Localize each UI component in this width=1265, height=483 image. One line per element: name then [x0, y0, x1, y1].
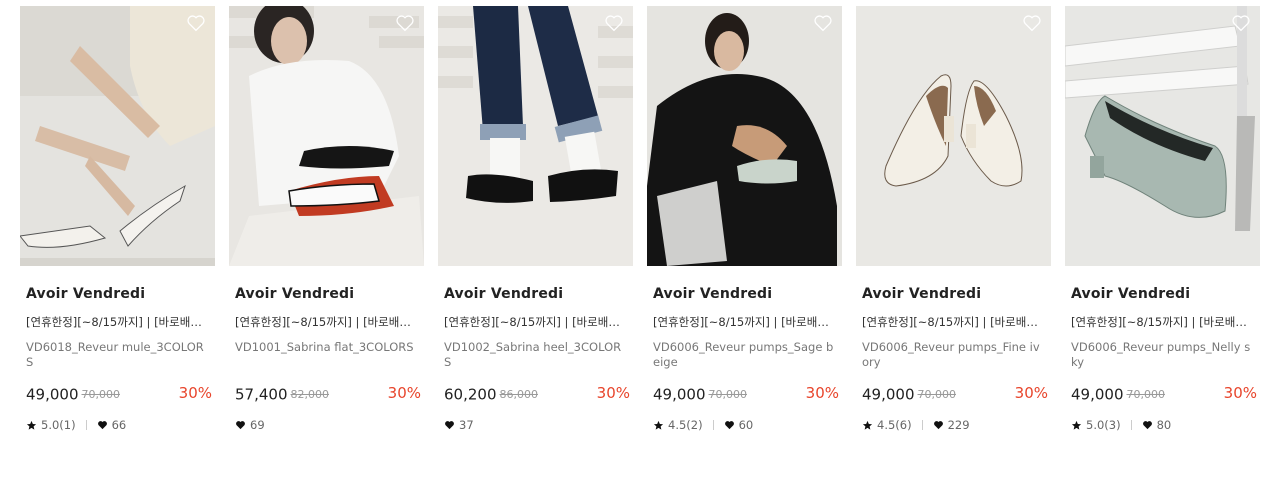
brand-name[interactable]: Avoir Vendredi	[1071, 286, 1190, 302]
discount-rate: 30%	[1223, 384, 1257, 402]
discount-rate: 30%	[1014, 384, 1048, 402]
sale-price: 49,000	[26, 385, 79, 404]
price-row: 60,200 86,000 30%	[444, 384, 630, 404]
heart-outline-icon[interactable]	[1231, 14, 1251, 32]
heart-outline-icon[interactable]	[1022, 14, 1042, 32]
heart-filled-icon	[1142, 421, 1152, 430]
brand-name[interactable]: Avoir Vendredi	[235, 286, 354, 302]
product-card[interactable]: Avoir Vendredi [연휴한정][~8/15까지] | [바로배송] …	[647, 6, 842, 432]
product-photo	[20, 6, 215, 266]
product-image[interactable]	[1065, 6, 1260, 266]
heart-filled-icon	[236, 421, 245, 430]
likes-count: 60	[738, 418, 754, 432]
rating-value: 5.0(3)	[1086, 418, 1121, 432]
product-name[interactable]: VD1002_Sabrina heel_3COLORS	[444, 340, 628, 370]
brand-name[interactable]: Avoir Vendredi	[862, 286, 981, 302]
divider	[921, 420, 923, 430]
discount-rate: 30%	[178, 384, 212, 402]
original-price: 70,000	[708, 388, 748, 401]
promo-text[interactable]: [연휴한정][~8/15까지] | [바로배송] 마감임박	[235, 314, 421, 330]
product-meta: 69	[235, 418, 265, 432]
brand-name[interactable]: Avoir Vendredi	[444, 286, 563, 302]
price-row: 49,000 70,000 30%	[26, 384, 212, 404]
product-photo	[1065, 6, 1260, 266]
divider	[712, 420, 714, 430]
product-image[interactable]	[647, 6, 842, 266]
product-card[interactable]: Avoir Vendredi [연휴한정][~8/15까지] | [바로배송] …	[856, 6, 1051, 432]
promo-text[interactable]: [연휴한정][~8/15까지] | [바로배송] 마감임박	[1071, 314, 1257, 330]
product-photo	[856, 6, 1051, 266]
heart-filled-icon	[724, 421, 734, 430]
heart-filled-icon	[445, 421, 454, 430]
promo-text[interactable]: [연휴한정][~8/15까지] | [바로배송] 마감임박	[653, 314, 839, 330]
product-image[interactable]	[20, 6, 215, 266]
sale-price: 49,000	[1071, 385, 1124, 404]
product-name[interactable]: VD6006_Reveur pumps_Fine ivory	[862, 340, 1046, 370]
rating-value: 4.5(6)	[877, 418, 912, 432]
heart-outline-icon[interactable]	[186, 14, 206, 32]
product-image[interactable]	[438, 6, 633, 266]
product-grid: Avoir Vendredi [연휴한정][~8/15까지] | [바로배송] …	[0, 0, 1265, 483]
product-card[interactable]: Avoir Vendredi [연휴한정][~8/15까지] | [바로배송] …	[20, 6, 215, 432]
original-price: 86,000	[499, 388, 539, 401]
product-photo	[229, 6, 424, 266]
product-card[interactable]: Avoir Vendredi [연휴한정][~8/15까지] | [바로배송] …	[1065, 6, 1260, 432]
discount-rate: 30%	[596, 384, 630, 402]
heart-outline-icon[interactable]	[813, 14, 833, 32]
heart-filled-icon	[97, 421, 107, 430]
likes-count: 37	[459, 418, 474, 432]
original-price: 70,000	[917, 388, 957, 401]
product-card[interactable]: Avoir Vendredi [연휴한정][~8/15까지] | [바로배송] …	[229, 6, 424, 432]
price-row: 49,000 70,000 30%	[653, 384, 839, 404]
product-meta: 5.0(1) 66	[26, 418, 126, 432]
rating-value: 4.5(2)	[668, 418, 703, 432]
price-row: 49,000 70,000 30%	[862, 384, 1048, 404]
star-icon	[862, 420, 873, 430]
price-row: 49,000 70,000 30%	[1071, 384, 1257, 404]
product-photo	[438, 6, 633, 266]
discount-rate: 30%	[805, 384, 839, 402]
product-card[interactable]: Avoir Vendredi [연휴한정][~8/15까지] | [바로배송] …	[438, 6, 633, 432]
product-meta: 4.5(2) 60	[653, 418, 753, 432]
sale-price: 49,000	[862, 385, 915, 404]
product-meta: 4.5(6) 229	[862, 418, 970, 432]
divider	[85, 420, 87, 430]
product-meta: 5.0(3) 80	[1071, 418, 1171, 432]
divider	[1130, 420, 1132, 430]
discount-rate: 30%	[387, 384, 421, 402]
heart-outline-icon[interactable]	[395, 14, 415, 32]
likes-count: 80	[1156, 418, 1172, 432]
promo-text[interactable]: [연휴한정][~8/15까지] | [바로배송] 마감임박	[444, 314, 630, 330]
brand-name[interactable]: Avoir Vendredi	[653, 286, 772, 302]
brand-name[interactable]: Avoir Vendredi	[26, 286, 145, 302]
heart-outline-icon[interactable]	[604, 14, 624, 32]
sale-price: 49,000	[653, 385, 706, 404]
star-icon	[1071, 420, 1082, 430]
rating-value: 5.0(1)	[41, 418, 76, 432]
product-name[interactable]: VD6006_Reveur pumps_Nelly sky	[1071, 340, 1255, 370]
product-name[interactable]: VD1001_Sabrina flat_3COLORS	[235, 340, 419, 355]
original-price: 70,000	[1126, 388, 1166, 401]
product-name[interactable]: VD6018_Reveur mule_3COLORS	[26, 340, 210, 370]
promo-text[interactable]: [연휴한정][~8/15까지] | [바로배송] 마감임박	[862, 314, 1048, 330]
heart-filled-icon	[933, 421, 943, 430]
product-image[interactable]	[856, 6, 1051, 266]
star-icon	[653, 420, 664, 430]
likes-count: 69	[250, 418, 265, 432]
product-photo	[647, 6, 842, 266]
promo-text[interactable]: [연휴한정][~8/15까지] | [바로배송] 마감임박	[26, 314, 212, 330]
product-image[interactable]	[229, 6, 424, 266]
sale-price: 57,400	[235, 385, 288, 404]
product-meta: 37	[444, 418, 474, 432]
sale-price: 60,200	[444, 385, 497, 404]
star-icon	[26, 420, 37, 430]
likes-count: 229	[947, 418, 970, 432]
likes-count: 66	[111, 418, 127, 432]
price-row: 57,400 82,000 30%	[235, 384, 421, 404]
product-name[interactable]: VD6006_Reveur pumps_Sage beige	[653, 340, 837, 370]
original-price: 70,000	[81, 388, 121, 401]
original-price: 82,000	[290, 388, 330, 401]
